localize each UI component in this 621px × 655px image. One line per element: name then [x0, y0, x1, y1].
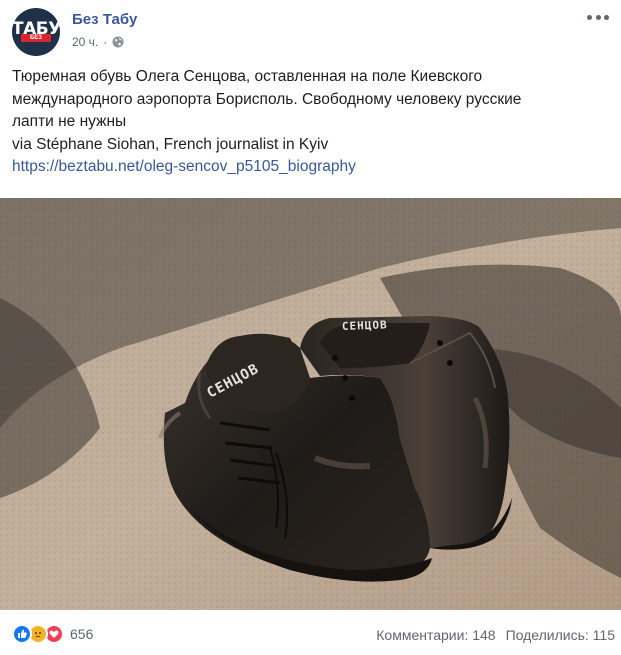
like-icon [12, 624, 32, 644]
post-text-line: международного аэропорта Борисполь. Своб… [12, 90, 522, 108]
reaction-summary[interactable]: 656 [12, 624, 93, 644]
post-author[interactable]: Без Табу [72, 11, 137, 28]
post-text-line: via Stéphane Siohan, French journalist i… [12, 135, 329, 153]
shares-count-link[interactable]: Поделились: 115 [506, 627, 615, 643]
post-meta: 20 ч. · [72, 35, 124, 49]
post-link[interactable]: https://beztabu.net/oleg-sencov_p5105_bi… [12, 158, 356, 175]
more-options-icon[interactable] [587, 10, 609, 24]
comments-count-link[interactable]: Комментарии: 148 [376, 627, 495, 643]
right-boot-label: СЕНЦОВ [342, 318, 388, 333]
more-dot [595, 14, 601, 20]
post-text-line: лапти не нужны [12, 113, 127, 130]
globe-icon[interactable] [112, 36, 124, 48]
post-text-line: Тюремная обувь Олега Сенцова, оставленна… [12, 68, 483, 85]
post-footer: 656 Комментарии: 148 Поделились: 115 [12, 620, 615, 650]
feed-post: ТАБУ БЕЗ Без Табу 20 ч. · Тюремная обувь… [0, 0, 621, 655]
post-text: Тюремная обувь Олега Сенцова, оставленна… [12, 66, 612, 179]
meta-separator: · [103, 35, 108, 49]
boots-photo: СЕНЦОВ СЕНЦОВ [0, 198, 621, 610]
avatar-logo-bar: БЕЗ [21, 34, 51, 42]
more-dot [604, 14, 609, 20]
post-photo[interactable]: СЕНЦОВ СЕНЦОВ [0, 198, 621, 610]
more-dot [587, 14, 592, 20]
reaction-count: 656 [70, 626, 94, 642]
post-stats: Комментарии: 148 Поделились: 115 [376, 627, 615, 643]
page-avatar[interactable]: ТАБУ БЕЗ [12, 8, 60, 56]
avatar-logo-small: БЕЗ [29, 35, 43, 41]
post-header: ТАБУ БЕЗ Без Табу 20 ч. · [12, 8, 609, 58]
post-timestamp[interactable]: 20 ч. [72, 35, 98, 49]
